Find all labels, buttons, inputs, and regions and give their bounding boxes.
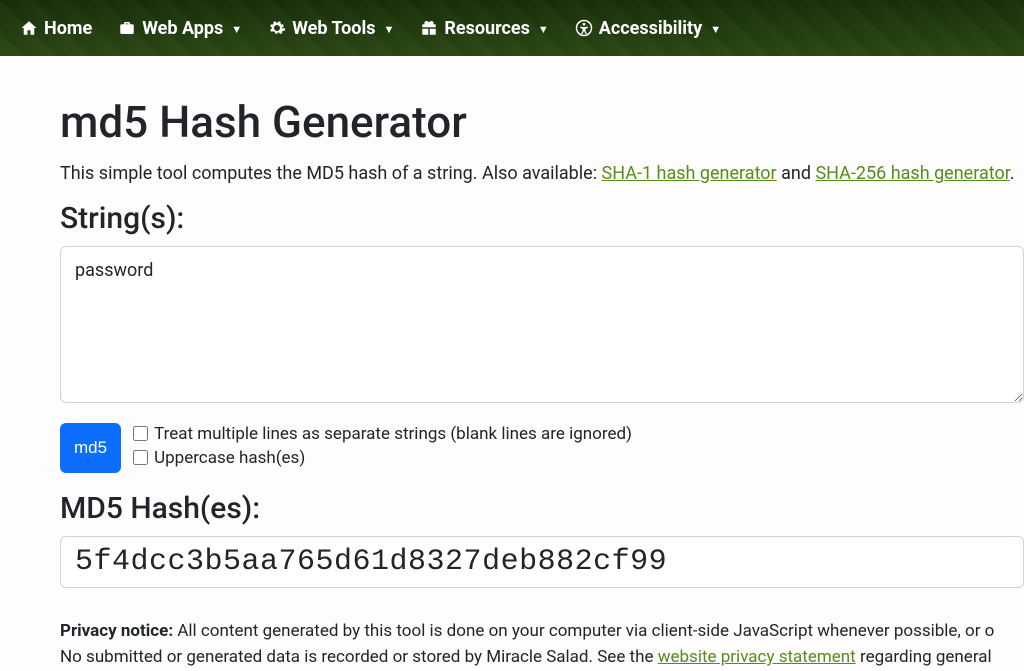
- intro-text-prefix: This simple tool computes the MD5 hash o…: [60, 163, 602, 184]
- opt-multiline-checkbox[interactable]: [133, 426, 148, 441]
- opt-uppercase-text: Uppercase hash(es): [154, 448, 305, 468]
- top-navbar: Home Web Apps ▼ Web Tools ▼ Resources ▼ …: [0, 0, 1024, 56]
- options-column: Treat multiple lines as separate strings…: [133, 423, 632, 468]
- briefcase-icon: [118, 19, 136, 37]
- strings-heading: String(s):: [60, 201, 1024, 236]
- privacy-line2-prefix: No submitted or generated data is record…: [60, 647, 658, 667]
- gears-icon: [268, 19, 286, 37]
- nav-webtools[interactable]: Web Tools ▼: [258, 10, 404, 47]
- chevron-down-icon: ▼: [538, 23, 549, 36]
- opt-uppercase-checkbox[interactable]: [133, 450, 148, 465]
- privacy-line2-suffix: regarding general: [856, 647, 992, 667]
- controls-row: md5 Treat multiple lines as separate str…: [60, 423, 1024, 473]
- md5-button[interactable]: md5: [60, 423, 121, 473]
- gift-icon: [420, 19, 438, 37]
- intro-paragraph: This simple tool computes the MD5 hash o…: [60, 160, 1024, 189]
- link-sha1[interactable]: SHA-1 hash generator: [602, 163, 777, 184]
- opt-uppercase-label[interactable]: Uppercase hash(es): [133, 448, 632, 468]
- opt-multiline-text: Treat multiple lines as separate strings…: [154, 424, 632, 444]
- privacy-notice: Privacy notice: All content generated by…: [60, 618, 1024, 671]
- intro-text-suffix: .: [1010, 163, 1015, 184]
- nav-resources-label: Resources: [444, 18, 530, 39]
- nav-resources[interactable]: Resources ▼: [410, 10, 558, 47]
- nav-home-label: Home: [44, 18, 92, 39]
- nav-accessibility[interactable]: Accessibility ▼: [565, 10, 731, 47]
- nav-webapps[interactable]: Web Apps ▼: [108, 10, 252, 47]
- string-input[interactable]: [60, 246, 1024, 403]
- privacy-link[interactable]: website privacy statement: [658, 647, 856, 667]
- privacy-label: Privacy notice:: [60, 621, 173, 641]
- nav-webapps-label: Web Apps: [142, 18, 223, 39]
- link-sha256[interactable]: SHA-256 hash generator: [815, 163, 1009, 184]
- accessibility-icon: [575, 19, 593, 37]
- nav-home[interactable]: Home: [10, 10, 102, 47]
- main-content: md5 Hash Generator This simple tool comp…: [0, 56, 1024, 670]
- hash-output-heading: MD5 Hash(es):: [60, 491, 1024, 526]
- nav-webtools-label: Web Tools: [292, 18, 375, 39]
- nav-accessibility-label: Accessibility: [599, 18, 702, 39]
- page-title: md5 Hash Generator: [60, 96, 1024, 148]
- hash-output[interactable]: 5f4dcc3b5aa765d61d8327deb882cf99: [60, 536, 1024, 588]
- intro-text-and: and: [777, 163, 816, 184]
- chevron-down-icon: ▼: [710, 23, 721, 36]
- home-icon: [20, 19, 38, 37]
- chevron-down-icon: ▼: [231, 23, 242, 36]
- chevron-down-icon: ▼: [383, 23, 394, 36]
- privacy-line1: All content generated by this tool is do…: [173, 621, 994, 641]
- opt-multiline-label[interactable]: Treat multiple lines as separate strings…: [133, 424, 632, 444]
